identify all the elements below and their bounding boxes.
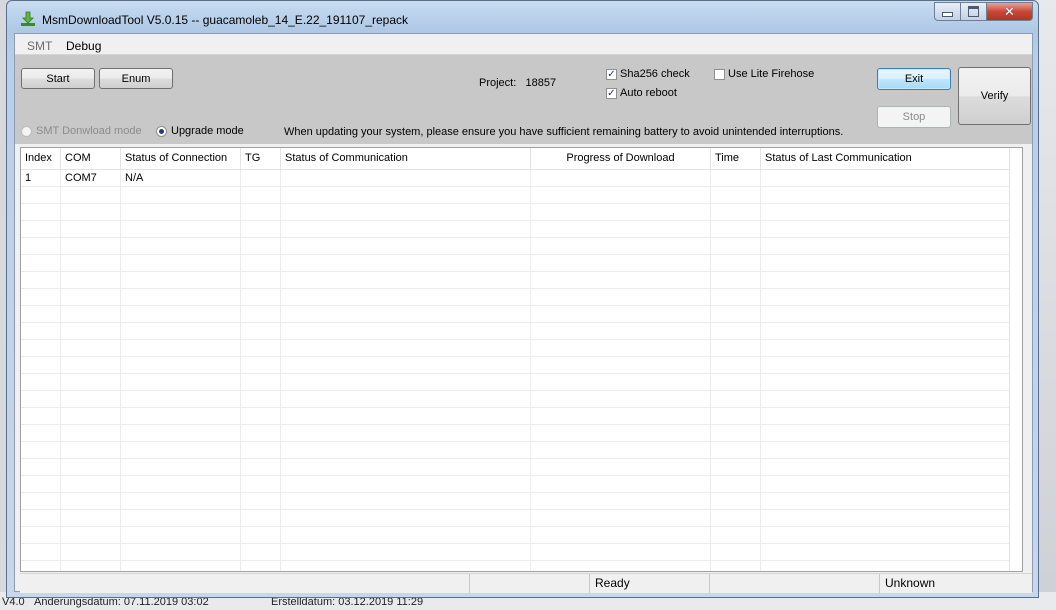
cell-status-connection: N/A: [125, 172, 144, 184]
radio-unselected-icon: [21, 125, 32, 137]
lite-firehose-checkbox[interactable]: Use Lite Firehose: [714, 68, 814, 80]
smt-mode-label: SMT Donwload mode: [36, 125, 142, 137]
status-bar: Ready Unknown: [20, 573, 1032, 593]
sha256-label: Sha256 check: [620, 68, 690, 80]
status-panel-spacer: [470, 574, 590, 593]
column-header-com[interactable]: COM: [61, 148, 121, 169]
grid-header: Index COM Status of Connection TG Status…: [21, 148, 1022, 170]
column-header-progress[interactable]: Progress of Download: [531, 148, 711, 169]
lite-firehose-label: Use Lite Firehose: [728, 68, 815, 80]
maximize-icon: [968, 6, 979, 17]
status-panel-3: [710, 574, 880, 593]
grid-scroll-gutter: [1009, 148, 1022, 571]
radio-selected-icon: [156, 125, 167, 137]
verify-button[interactable]: Verify: [958, 67, 1031, 125]
battery-warning-text: When updating your system, please ensure…: [284, 126, 844, 138]
checkbox-checked-icon: ✓: [606, 68, 617, 80]
close-icon: ✕: [1004, 3, 1015, 19]
checkbox-unchecked-icon: [714, 68, 725, 80]
cell-index: 1: [25, 172, 32, 184]
window-title: MsmDownloadTool V5.0.15 -- guacamoleb_14…: [42, 13, 409, 27]
menu-smt[interactable]: SMT: [27, 39, 52, 53]
upgrade-mode-label: Upgrade mode: [171, 125, 244, 137]
menu-bar: SMT Debug: [15, 34, 1032, 55]
start-button[interactable]: Start: [21, 68, 95, 89]
column-header-status-communication[interactable]: Status of Communication: [281, 148, 531, 169]
project-value: 18857: [525, 77, 557, 89]
cell-com: COM7: [65, 172, 97, 184]
download-arrow-icon: [21, 11, 35, 26]
client-area: SMT Debug Start Enum Project: 18857 ✓ Sh…: [14, 33, 1033, 593]
project-info: Project: 18857: [479, 77, 556, 89]
upgrade-mode-radio[interactable]: Upgrade mode: [156, 125, 244, 137]
minimize-button[interactable]: [934, 2, 961, 21]
auto-reboot-checkbox[interactable]: ✓ Auto reboot: [606, 87, 677, 99]
project-label: Project:: [479, 77, 517, 89]
stop-button[interactable]: Stop: [877, 106, 951, 128]
exit-button[interactable]: Exit: [877, 68, 951, 90]
column-header-tg[interactable]: TG: [241, 148, 281, 169]
column-header-time[interactable]: Time: [711, 148, 761, 169]
minimize-icon: [942, 12, 953, 17]
device-grid[interactable]: Index COM Status of Connection TG Status…: [20, 147, 1023, 572]
app-window: MsmDownloadTool V5.0.15 -- guacamoleb_14…: [6, 0, 1039, 598]
table-row[interactable]: 1 COM7 N/A: [21, 170, 1011, 187]
smt-mode-radio[interactable]: SMT Donwload mode: [21, 125, 142, 137]
title-bar[interactable]: MsmDownloadTool V5.0.15 -- guacamoleb_14…: [7, 1, 1038, 33]
grid-body: 1 COM7 N/A: [21, 170, 1022, 571]
status-ready: Ready: [590, 574, 710, 593]
enum-button[interactable]: Enum: [99, 68, 173, 89]
close-button[interactable]: ✕: [987, 2, 1033, 21]
menu-debug[interactable]: Debug: [66, 39, 101, 53]
status-unknown: Unknown: [885, 576, 936, 590]
maximize-button[interactable]: [961, 2, 987, 21]
column-header-index[interactable]: Index: [21, 148, 61, 169]
column-header-last-communication[interactable]: Status of Last Communication: [761, 148, 1011, 169]
status-panel-1: [20, 574, 470, 593]
checkbox-checked-icon: ✓: [606, 87, 617, 99]
caption-buttons: ✕: [934, 2, 1033, 22]
column-header-status-connection[interactable]: Status of Connection: [121, 148, 241, 169]
control-panel: Start Enum Project: 18857 ✓ Sha256 check…: [15, 55, 1032, 144]
auto-reboot-label: Auto reboot: [620, 87, 677, 99]
sha256-checkbox[interactable]: ✓ Sha256 check: [606, 68, 690, 80]
